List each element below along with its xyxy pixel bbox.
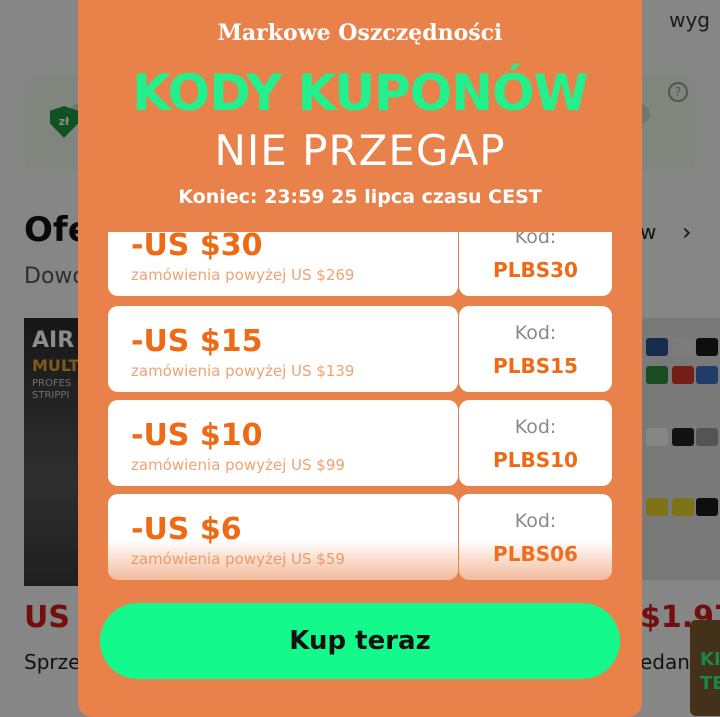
coupon-item: -US $6 zamówienia powyżej US $59 Kod: PL… (108, 494, 612, 580)
coupon-condition: zamówienia powyżej US $99 (131, 456, 345, 474)
coupon-code[interactable]: PLBS10 (459, 448, 612, 472)
coupon-amount-box: -US $15 zamówienia powyżej US $139 (108, 306, 458, 392)
coupon-amount: -US $6 (131, 512, 242, 547)
coupon-amount-box: -US $10 zamówienia powyżej US $99 (108, 400, 458, 486)
coupon-code[interactable]: PLBS15 (459, 354, 612, 378)
coupon-condition: zamówienia powyżej US $139 (131, 362, 355, 380)
coupon-amount: -US $10 (131, 418, 263, 453)
coupon-amount-box: -US $6 zamówienia powyżej US $59 (108, 494, 458, 580)
coupon-code-box[interactable]: Kod: PLBS10 (459, 400, 612, 486)
coupon-code[interactable]: PLBS06 (459, 542, 612, 566)
coupon-condition: zamówienia powyżej US $59 (131, 550, 345, 568)
coupon-amount: -US $15 (131, 324, 263, 359)
modal-deadline: Koniec: 23:59 25 lipca czasu CEST (178, 186, 542, 208)
modal-headline: KODY KUPONÓW (132, 64, 589, 122)
coupon-item: -US $30 zamówienia powyżej US $269 Kod: … (108, 232, 612, 296)
coupon-item: -US $15 zamówienia powyżej US $139 Kod: … (108, 306, 612, 392)
coupon-amount-box: -US $30 zamówienia powyżej US $269 (108, 232, 458, 296)
coupon-code-box[interactable]: Kod: PLBS30 (459, 232, 612, 296)
coupon-code[interactable]: PLBS30 (459, 258, 612, 282)
coupon-code-label: Kod: (514, 232, 557, 248)
coupon-code-box[interactable]: Kod: PLBS15 (459, 306, 612, 392)
modal-brand-title: Markowe Oszczędności (217, 20, 503, 46)
modal-subheadline: NIE PRZEGAP (214, 126, 506, 175)
coupon-list[interactable]: -US $30 zamówienia powyżej US $269 Kod: … (108, 232, 612, 580)
coupon-code-label: Kod: (514, 510, 557, 532)
coupon-item: -US $10 zamówienia powyżej US $99 Kod: P… (108, 400, 612, 486)
coupon-code-box[interactable]: Kod: PLBS06 (459, 494, 612, 580)
coupon-code-label: Kod: (514, 322, 557, 344)
coupon-condition: zamówienia powyżej US $269 (131, 266, 355, 284)
coupon-code-label: Kod: (514, 416, 557, 438)
buy-now-button[interactable]: Kup teraz (100, 603, 620, 679)
coupon-modal: Markowe Oszczędności KODY KUPONÓW NIE PR… (78, 0, 642, 717)
coupon-amount: -US $30 (131, 232, 263, 263)
